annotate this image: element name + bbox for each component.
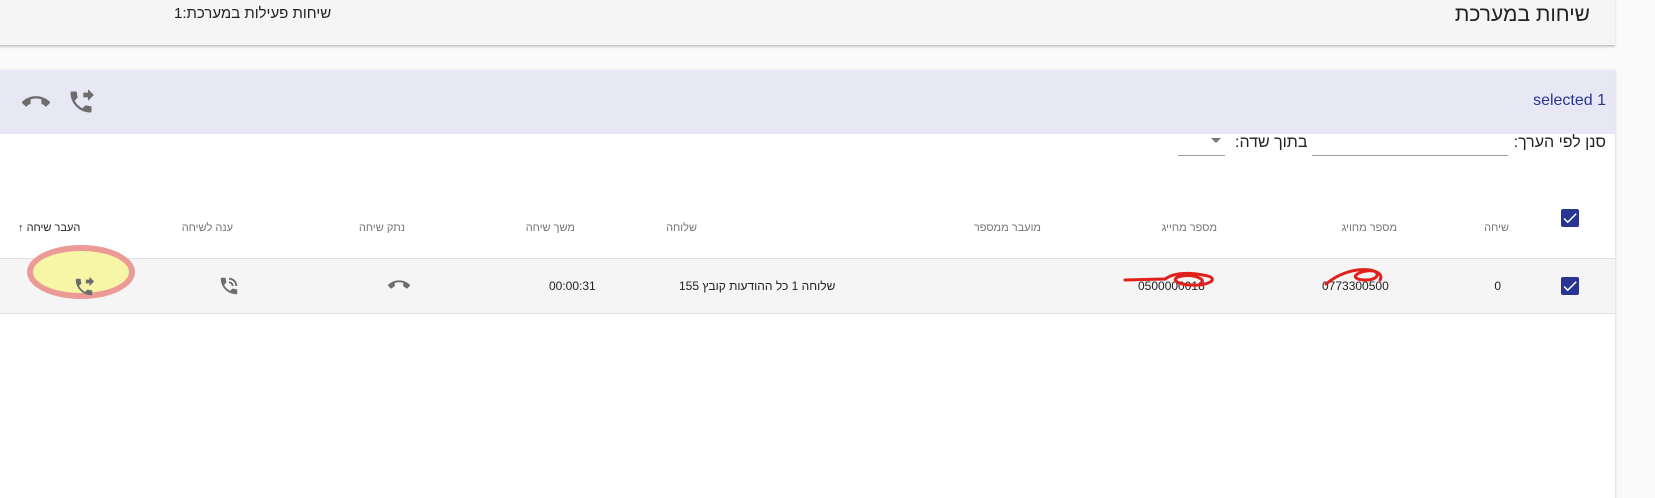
cell-duration: 00:00:31 <box>549 279 596 293</box>
active-calls-count: שיחות פעילות במערכת:1 <box>174 5 332 22</box>
cell-billed-number: 0773300500 <box>1322 279 1389 293</box>
transfer-call-icon[interactable] <box>73 276 95 298</box>
column-transfer[interactable]: ↑ העבר שיחה <box>18 222 80 234</box>
cell-caller-number: 0500000018 <box>1138 279 1205 293</box>
column-caller-number[interactable]: מספר מחייג <box>1162 222 1217 234</box>
chevron-down-icon <box>1211 138 1221 143</box>
transfer-call-icon[interactable] <box>67 88 95 116</box>
cell-extension: שלוחה 1 כל ההודעות קובץ 155 <box>679 279 836 293</box>
selected-count: selected 1 <box>1533 92 1606 109</box>
filter-field-label: בתוך שדה: <box>1235 134 1308 151</box>
page-title: שיחות במערכת <box>1454 3 1590 26</box>
check-icon <box>1563 281 1577 292</box>
column-extension[interactable]: שלוחה <box>666 222 697 234</box>
column-transferred-from[interactable]: מועבר ממספר <box>974 222 1041 234</box>
calls-table-card: selected 1 סנן לפי הערך: בתוך שדה: שיחה … <box>0 70 1615 498</box>
cell-call: 0 <box>1494 279 1501 293</box>
column-answer[interactable]: ענה לשיחה <box>182 222 233 234</box>
header-card: שיחות במערכת שיחות פעילות במערכת:1 <box>0 0 1615 46</box>
hangup-icon[interactable] <box>22 88 50 116</box>
hangup-icon[interactable] <box>388 274 410 296</box>
selection-toolbar: selected 1 <box>0 70 1615 134</box>
row-checkbox[interactable] <box>1561 277 1579 295</box>
column-hangup[interactable]: נתק שיחה <box>359 222 405 234</box>
phone-in-talk-icon[interactable] <box>218 275 240 297</box>
column-duration[interactable]: משך שיחה <box>526 222 575 234</box>
table-row[interactable]: 0 0773300500 0500000018 שלוחה 1 כל ההודע… <box>0 258 1615 314</box>
column-call[interactable]: שיחה <box>1484 222 1509 234</box>
sort-arrow-icon: ↑ <box>18 222 24 234</box>
filter-value-label: סנן לפי הערך: <box>1513 134 1606 151</box>
column-transfer-label: העבר שיחה <box>26 222 81 234</box>
select-all-checkbox[interactable] <box>1561 209 1579 227</box>
filter-field-select[interactable] <box>1178 128 1225 156</box>
check-icon <box>1563 213 1577 224</box>
column-billed-number[interactable]: מספר מחויג <box>1342 222 1397 234</box>
filter-value-input[interactable] <box>1312 126 1508 156</box>
